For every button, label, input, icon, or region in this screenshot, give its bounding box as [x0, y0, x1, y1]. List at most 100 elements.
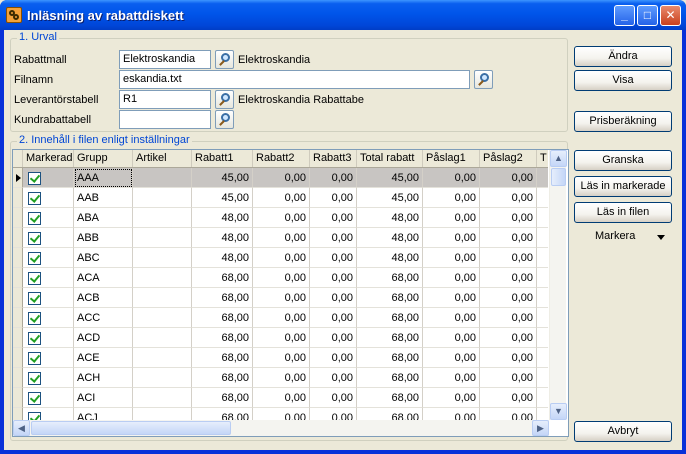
- maximize-button[interactable]: □: [637, 5, 658, 26]
- table-row[interactable]: ACA 68,00 0,00 0,00 68,00 0,00 0,00: [13, 268, 548, 288]
- table-row[interactable]: ACE 68,00 0,00 0,00 68,00 0,00 0,00: [13, 348, 548, 368]
- cell-rabatt2: 0,00: [253, 288, 310, 308]
- cell-t: [537, 248, 548, 268]
- cell-t: [537, 348, 548, 368]
- table-row[interactable]: AAB 45,00 0,00 0,00 45,00 0,00 0,00: [13, 188, 548, 208]
- cell-total: 68,00: [357, 368, 423, 388]
- table-row[interactable]: ACJ 68,00 0,00 0,00 68,00 0,00 0,00: [13, 408, 548, 420]
- cell-t: [537, 188, 548, 208]
- cell-artikel: [133, 208, 192, 228]
- filnamn-field[interactable]: eskandia.txt: [119, 70, 470, 89]
- table-row[interactable]: ABA 48,00 0,00 0,00 48,00 0,00 0,00: [13, 208, 548, 228]
- content-group-title: 2. Innehåll i filen enligt inställningar: [17, 134, 192, 146]
- cell-total: 68,00: [357, 268, 423, 288]
- cell-rabatt1: 48,00: [192, 208, 253, 228]
- column-header[interactable]: Påslag1: [423, 150, 480, 167]
- rabattmall-field[interactable]: Elektroskandia: [119, 50, 211, 69]
- close-button[interactable]: ✕: [660, 5, 681, 26]
- column-header[interactable]: Rabatt2: [253, 150, 310, 167]
- cell-grupp: ACD: [74, 328, 133, 348]
- cell-t: [537, 208, 548, 228]
- column-header[interactable]: Artikel: [133, 150, 192, 167]
- cell-t: [537, 308, 548, 328]
- markerad-checkbox[interactable]: [28, 232, 41, 245]
- vertical-scroll-thumb[interactable]: [551, 168, 566, 186]
- markerad-cell: [23, 208, 74, 228]
- markerad-checkbox[interactable]: [28, 312, 41, 325]
- markerad-checkbox[interactable]: [28, 192, 41, 205]
- markerad-checkbox[interactable]: [28, 292, 41, 305]
- row-indicator: [13, 348, 23, 368]
- leverantorstabell-field[interactable]: R1: [119, 90, 211, 109]
- table-row[interactable]: ACI 68,00 0,00 0,00 68,00 0,00 0,00: [13, 388, 548, 408]
- scroll-up-button[interactable]: ▲: [550, 150, 567, 167]
- vertical-scrollbar[interactable]: ▲ ▼: [549, 150, 567, 420]
- column-header[interactable]: Påslag2: [480, 150, 537, 167]
- dialog-window: Inläsning av rabattdiskett _ □ ✕ 1. Urva…: [0, 0, 686, 454]
- filnamn-browse-button[interactable]: [474, 70, 493, 89]
- cell-total: 68,00: [357, 388, 423, 408]
- markerad-checkbox[interactable]: [28, 372, 41, 385]
- column-header[interactable]: Rabatt3: [310, 150, 357, 167]
- row-indicator: [13, 308, 23, 328]
- andra-button[interactable]: Ändra: [574, 46, 672, 67]
- cell-total: 68,00: [357, 308, 423, 328]
- markerad-checkbox[interactable]: [28, 172, 41, 185]
- chevron-down-icon: ▼: [554, 406, 563, 416]
- markera-dropdown[interactable]: Markera: [574, 226, 672, 247]
- cell-paslag2: 0,00: [480, 408, 537, 420]
- row-indicator: [13, 408, 23, 420]
- scroll-down-button[interactable]: ▼: [550, 403, 567, 420]
- rabattmall-lookup-button[interactable]: [215, 50, 234, 69]
- cell-artikel: [133, 268, 192, 288]
- cell-rabatt1: 48,00: [192, 228, 253, 248]
- table-row[interactable]: ABB 48,00 0,00 0,00 48,00 0,00 0,00: [13, 228, 548, 248]
- cell-grupp: ACJ: [74, 408, 133, 420]
- table-row[interactable]: AAA 45,00 0,00 0,00 45,00 0,00 0,00: [13, 168, 548, 188]
- las-in-filen-button[interactable]: Läs in filen: [574, 202, 672, 223]
- cell-artikel: [133, 248, 192, 268]
- markerad-checkbox[interactable]: [28, 352, 41, 365]
- table-row[interactable]: ACC 68,00 0,00 0,00 68,00 0,00 0,00: [13, 308, 548, 328]
- title-bar[interactable]: Inläsning av rabattdiskett _ □ ✕: [0, 0, 686, 30]
- markerad-checkbox[interactable]: [28, 252, 41, 265]
- cell-total: 68,00: [357, 348, 423, 368]
- table-row[interactable]: ACB 68,00 0,00 0,00 68,00 0,00 0,00: [13, 288, 548, 308]
- scroll-left-button[interactable]: ◀: [13, 420, 30, 436]
- markerad-checkbox[interactable]: [28, 412, 41, 420]
- minimize-button[interactable]: _: [614, 5, 635, 26]
- horizontal-scroll-thumb[interactable]: [31, 421, 231, 435]
- rabattmall-label: Rabattmall: [14, 54, 67, 66]
- column-header[interactable]: T: [537, 150, 548, 167]
- table-row[interactable]: ACD 68,00 0,00 0,00 68,00 0,00 0,00: [13, 328, 548, 348]
- markerad-checkbox[interactable]: [28, 332, 41, 345]
- cell-t: [537, 368, 548, 388]
- discount-grid[interactable]: Markerad Grupp Artikel Rabatt1 Rabatt2 Rabatt…: [12, 149, 569, 437]
- prisberakning-button[interactable]: Prisberäkning: [574, 111, 672, 132]
- horizontal-scrollbar[interactable]: ◀ ▶: [13, 420, 549, 436]
- column-header[interactable]: Grupp: [74, 150, 133, 167]
- granska-button[interactable]: Granska: [574, 150, 672, 171]
- leverantorstabell-lookup-button[interactable]: [215, 90, 234, 109]
- cell-rabatt1: 68,00: [192, 328, 253, 348]
- column-header[interactable]: Markerad: [23, 150, 74, 167]
- table-row[interactable]: ABC 48,00 0,00 0,00 48,00 0,00 0,00: [13, 248, 548, 268]
- kundrabattabell-lookup-button[interactable]: [215, 110, 234, 129]
- column-header[interactable]: Total rabatt: [357, 150, 423, 167]
- avbryt-button[interactable]: Avbryt: [574, 421, 672, 442]
- cell-rabatt2: 0,00: [253, 208, 310, 228]
- las-in-markerade-button[interactable]: Läs in markerade: [574, 176, 672, 197]
- markerad-checkbox[interactable]: [28, 212, 41, 225]
- kundrabattabell-field[interactable]: [119, 110, 211, 129]
- markerad-checkbox[interactable]: [28, 272, 41, 285]
- cell-paslag1: 0,00: [423, 288, 480, 308]
- cell-t: [537, 168, 548, 188]
- scroll-right-button[interactable]: ▶: [532, 420, 549, 436]
- cell-artikel: [133, 188, 192, 208]
- cell-paslag1: 0,00: [423, 268, 480, 288]
- table-row[interactable]: ACH 68,00 0,00 0,00 68,00 0,00 0,00: [13, 368, 548, 388]
- markerad-checkbox[interactable]: [28, 392, 41, 405]
- markerad-cell: [23, 308, 74, 328]
- visa-button[interactable]: Visa: [574, 70, 672, 91]
- column-header[interactable]: Rabatt1: [192, 150, 253, 167]
